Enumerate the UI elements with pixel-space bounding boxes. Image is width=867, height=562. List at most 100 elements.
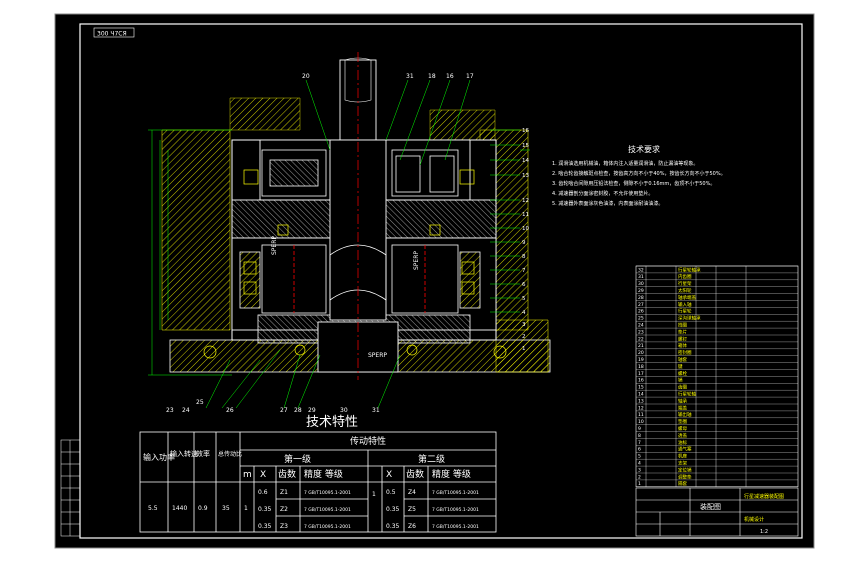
bom-row-name: 轴承 (678, 397, 687, 404)
bom-row-index: 13 (638, 398, 644, 404)
bom-row-index: 24 (638, 323, 644, 329)
bom-row-index: 2 (638, 474, 641, 480)
bom-row-name: 通气塞 (678, 446, 692, 453)
bom-row-index: 30 (638, 281, 644, 287)
callout-r-6: 6 (522, 282, 526, 288)
callout-r-12: 12 (522, 198, 529, 204)
bom-row-index: 17 (638, 371, 644, 377)
bom-row-name: 轴套 (678, 356, 687, 363)
bom-row-name: 端盖 (678, 404, 687, 411)
shaft-label-left: SPERP (271, 236, 278, 255)
shaft-label-right: SPERP (413, 251, 420, 270)
tech-req-1: 1. 润滑油选用机械油，箱体内注入适量润滑油，防止漏油等现象。 (552, 160, 698, 167)
hdr-transmission: 传动特性 (350, 435, 386, 447)
callout-29: 29 (308, 407, 316, 414)
tech-req-5: 5. 减速器外表面涂灰色油漆，内表面涂耐油油漆。 (552, 200, 663, 207)
cad-drawing: 300 Ч7СЯ SPERP SPERP SPERP 20 31 18 16 1… (0, 0, 867, 562)
left-foundation (161, 129, 231, 331)
tech-req-title: 技术要求 (628, 144, 660, 154)
bom-row-name: 透盖 (678, 432, 687, 439)
stage2-z: Z5 (408, 506, 416, 513)
stage1-z: Z2 (280, 506, 288, 513)
bom-row-name: 齿圈 (678, 385, 687, 391)
title-block-footer: 装配图 (700, 502, 721, 511)
callout-r-8: 8 (522, 254, 526, 260)
tech-req-3: 3. 齿轮啮合间隙用压铅法检查，侧隙不小于0.16mm，齿顶不小于50%。 (552, 180, 715, 187)
callout-r-5: 5 (522, 296, 526, 302)
callout-r-15: 15 (522, 143, 529, 149)
callout-17: 17 (466, 73, 474, 80)
tech-req-4: 4. 减速器剖分面涂密封胶，不允许使用垫片。 (552, 190, 653, 197)
bom-row-index: 10 (638, 419, 644, 425)
view-label: 300 Ч7СЯ (97, 31, 127, 38)
stage1-grade: 7 GB/T10095.1-2001 (304, 490, 351, 496)
val-m1: 1 (244, 505, 248, 512)
bom-row-name: 深沟球轴承 (678, 315, 701, 322)
bom-row-index: 25 (638, 316, 644, 322)
bom-row-index: 4 (638, 461, 641, 467)
title-block-scale: 1:2 (760, 529, 768, 535)
stage2-x: 0.35 (386, 506, 400, 513)
stage2-grade: 7 GB/T10095.1-2001 (432, 524, 479, 530)
bom-row-name: 机座 (678, 453, 687, 460)
callout-31-top: 31 (406, 73, 414, 80)
bom-row-index: 9 (638, 426, 641, 432)
bom-row-index: 26 (638, 309, 644, 315)
bom-row-index: 8 (638, 433, 641, 439)
callout-18: 18 (428, 73, 436, 80)
callout-r-7: 7 (522, 268, 526, 274)
hdr-x2: X (386, 470, 392, 480)
callout-r-11: 11 (522, 212, 529, 218)
bom-row-index: 31 (638, 274, 644, 280)
val-m2: 1 (372, 491, 376, 498)
bom-row-name: 销 (678, 377, 683, 384)
bom-row-name: 密封圈 (678, 349, 692, 356)
bom-row-name: 行星轮轴承 (678, 266, 701, 273)
bom-row-name: 垫圈 (678, 418, 687, 425)
callout-r-10: 10 (522, 226, 529, 232)
bom-row-name: 轴承端盖 (678, 294, 696, 301)
bom-row-index: 16 (638, 378, 644, 384)
bom-row-index: 3 (638, 467, 641, 473)
bom-row-name: 螺母 (678, 425, 687, 432)
bom-row-name: 太阳轮 (678, 287, 692, 294)
callout-r-2: 2 (522, 334, 526, 340)
callout-r-13: 13 (522, 173, 529, 179)
bom-row-index: 22 (638, 336, 644, 342)
stage1-x: 0.35 (258, 506, 272, 513)
val-power: 5.5 (148, 505, 158, 512)
callout-27: 27 (280, 407, 288, 414)
stage2-z: Z4 (408, 489, 416, 496)
stage1-z: Z1 (280, 489, 288, 496)
bom-row-index: 12 (638, 405, 644, 411)
bom-row-name: 输出轴 (678, 411, 692, 418)
val-speed: 1440 (172, 505, 187, 512)
stage2-x: 0.35 (386, 523, 400, 530)
callout-r-16: 16 (522, 128, 529, 134)
bom-row-index: 5 (638, 454, 641, 460)
bom-row-name: 垫片 (678, 328, 687, 335)
bom-row-index: 21 (638, 343, 644, 349)
bom-row-name: 定位销 (678, 466, 692, 473)
callout-r-4: 4 (522, 310, 526, 316)
callout-r-1: 1 (522, 346, 526, 352)
bom-row-index: 14 (638, 392, 644, 398)
stage2-grade: 7 GB/T10095.1-2001 (432, 507, 479, 513)
bom-row-index: 7 (638, 440, 641, 446)
callout-26: 26 (226, 407, 234, 414)
stage1-x: 0.6 (258, 489, 268, 496)
callout-r-3: 3 (522, 322, 526, 328)
bom-row-index: 1 (638, 481, 641, 487)
bom-row-index: 6 (638, 447, 641, 453)
bom-row-index: 18 (638, 364, 644, 370)
callout-25: 25 (196, 399, 204, 406)
callout-r-14: 14 (522, 158, 529, 164)
bom-row-index: 32 (638, 267, 644, 273)
tech-req-2: 2. 啮合轮齿接触斑点检查，按齿高方向不小于40%，按齿长方向不小于50%。 (552, 170, 726, 177)
hdr-stage2: 第二级 (418, 453, 445, 465)
val-ratio: 35 (222, 505, 230, 512)
callout-16-top: 16 (446, 73, 454, 80)
callout-23: 23 (166, 407, 174, 414)
callout-r-9: 9 (522, 240, 526, 246)
stage2-grade: 7 GB/T10095.1-2001 (432, 490, 479, 496)
